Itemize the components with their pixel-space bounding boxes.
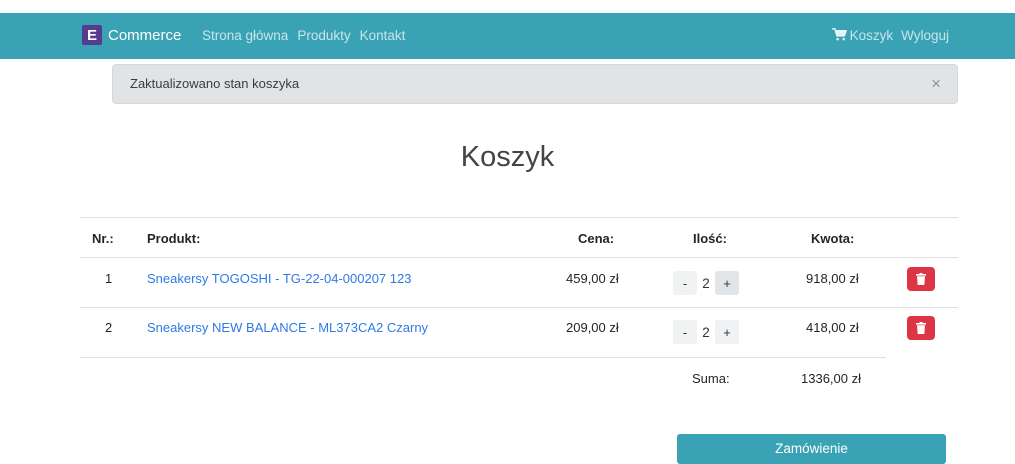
row-2-quantity-stepper: - 2 + xyxy=(673,320,739,344)
cart-label: Koszyk xyxy=(849,28,894,43)
row-1-decrease-button[interactable]: - xyxy=(673,271,697,295)
sum-value: 1336,00 zł xyxy=(801,371,861,386)
row-2-rule xyxy=(80,357,886,358)
nav-link-contact[interactable]: Kontakt xyxy=(360,28,406,43)
nav-link-logout[interactable]: Wyloguj xyxy=(901,28,949,43)
nav-link-products[interactable]: Produkty xyxy=(297,28,350,43)
row-2-nr: 2 xyxy=(105,320,113,335)
header-product: Produkt: xyxy=(147,231,201,246)
nav-link-home[interactable]: Strona główna xyxy=(202,28,288,43)
row-1-increase-button[interactable]: + xyxy=(715,271,739,295)
row-2-price: 209,00 zł xyxy=(566,320,619,335)
row-1-rule xyxy=(80,307,958,308)
header-rule xyxy=(80,257,958,258)
nav-links: Strona główna Produkty Kontakt xyxy=(202,28,405,43)
top-strip xyxy=(0,0,1015,13)
brand-name: Commerce xyxy=(108,26,182,44)
page-title: Koszyk xyxy=(460,141,555,173)
trash-icon xyxy=(916,273,926,285)
row-2-decrease-button[interactable]: - xyxy=(673,320,697,344)
header-nr: Nr.: xyxy=(92,231,114,246)
row-1-quantity-stepper: - 2 + xyxy=(673,271,739,295)
row-2-product-link[interactable]: Sneakersy NEW BALANCE - ML373CA2 Czarny xyxy=(147,320,428,335)
cart-icon xyxy=(831,28,847,41)
row-2-increase-button[interactable]: + xyxy=(715,320,739,344)
brand-logo[interactable]: E Commerce xyxy=(82,25,181,45)
row-1-delete-button[interactable] xyxy=(907,267,935,291)
nav-right: Koszyk Wyloguj xyxy=(831,28,949,43)
alert-banner: Zaktualizowano stan koszyka × xyxy=(112,64,958,104)
trash-icon xyxy=(916,322,926,334)
row-2-delete-button[interactable] xyxy=(907,316,935,340)
nav-link-cart[interactable]: Koszyk xyxy=(831,28,894,43)
row-1-nr: 1 xyxy=(105,271,113,286)
sum-label: Suma: xyxy=(692,371,730,386)
row-2-amount: 418,00 zł xyxy=(806,320,859,335)
header-price: Cena: xyxy=(578,231,615,246)
row-2-quantity-value: 2 xyxy=(702,324,710,340)
brand-badge: E xyxy=(82,25,102,45)
close-icon[interactable]: × xyxy=(931,74,941,94)
row-1-amount: 918,00 zł xyxy=(806,271,859,286)
header-amount: Kwota: xyxy=(811,231,855,246)
row-1-price: 459,00 zł xyxy=(566,271,619,286)
header-qty: Ilość: xyxy=(693,231,727,246)
row-1-product-link[interactable]: Sneakersy TOGOSHI - TG-22-04-000207 123 xyxy=(147,271,411,286)
navbar: E Commerce Strona główna Produkty Kontak… xyxy=(0,13,1015,59)
table-top-rule xyxy=(80,217,958,218)
row-1-quantity-value: 2 xyxy=(702,275,710,291)
alert-message: Zaktualizowano stan koszyka xyxy=(130,76,300,91)
order-button[interactable]: Zamówienie xyxy=(677,434,946,464)
